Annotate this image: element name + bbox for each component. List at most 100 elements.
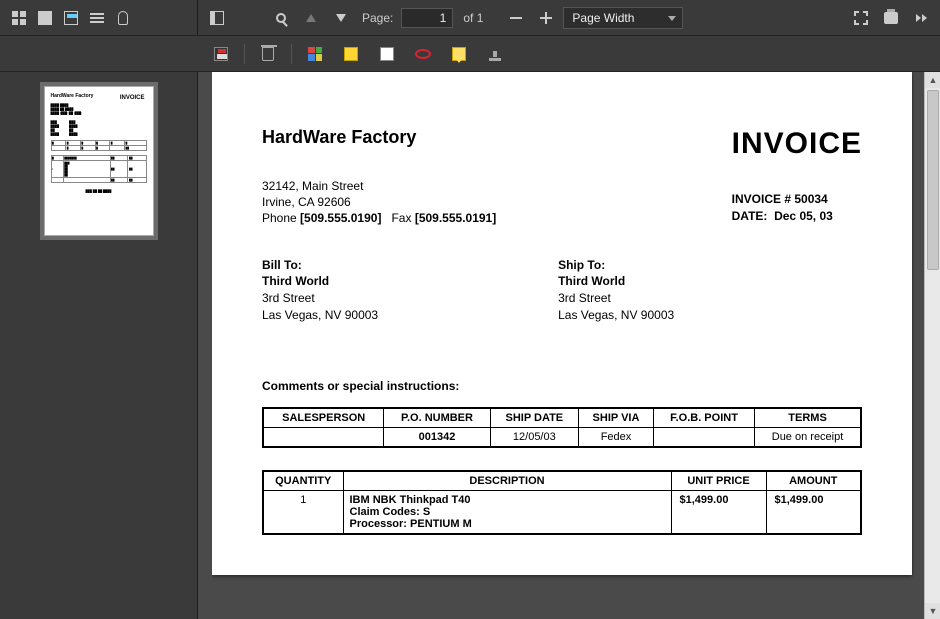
col-fob: F.O.B. POINT: [653, 408, 754, 428]
oval-icon: [415, 49, 431, 59]
scroll-up-button[interactable]: ▲: [925, 72, 940, 88]
ship-to-addr2: Las Vegas, NV 90003: [558, 307, 674, 324]
vertical-scrollbar[interactable]: ▲ ▼: [924, 72, 940, 619]
color-grid-button[interactable]: [302, 41, 328, 67]
bookmark-icon: [64, 11, 78, 25]
table-row: 001342 12/05/03 Fedex Due on receipt: [263, 427, 861, 447]
phone-value: [509.555.0190]: [300, 211, 381, 225]
val-po: 001342: [384, 427, 490, 447]
item-amount: $1,499.00: [766, 490, 861, 534]
col-qty: QUANTITY: [263, 471, 343, 491]
arrow-down-icon: [336, 14, 346, 22]
thumbnails-button[interactable]: [6, 5, 32, 31]
sidebar-mode-switcher: [0, 0, 198, 35]
item-desc-line1: IBM NBK Thinkpad T40: [350, 494, 665, 506]
col-salesperson: SALESPERSON: [263, 408, 384, 428]
toolbar-divider: [291, 44, 292, 64]
arrow-up-icon: [306, 14, 316, 22]
col-shipdate: SHIP DATE: [490, 408, 578, 428]
page-total: 1: [477, 11, 484, 25]
more-tools-button[interactable]: [908, 5, 934, 31]
page-icon: [38, 11, 52, 25]
comments-label: Comments or special instructions:: [262, 379, 862, 393]
thumb-invoice-title: INVOICE: [120, 95, 145, 101]
bookmarks-button[interactable]: [58, 5, 84, 31]
zoom-mode-value: Page Width: [572, 11, 634, 25]
pdf-viewer-app: Page: of 1 Page Width: [0, 0, 940, 619]
document-page-1: INVOICE INVOICE # 50034 DATE: Dec 05, 03…: [212, 72, 912, 575]
sticky-note-icon: [452, 47, 466, 61]
single-page-button[interactable]: [32, 5, 58, 31]
col-terms: TERMS: [755, 408, 861, 428]
val-shipdate: 12/05/03: [490, 427, 578, 447]
fullscreen-icon: [854, 11, 868, 25]
search-button[interactable]: [268, 5, 294, 31]
invoice-date: Dec 05, 03: [774, 209, 833, 223]
fax-label: Fax: [391, 211, 411, 225]
outline-button[interactable]: [84, 5, 110, 31]
fax-value: [509.555.0191]: [415, 211, 496, 225]
toolbar-divider: [244, 44, 245, 64]
table-header-row: QUANTITY DESCRIPTION UNIT PRICE AMOUNT: [263, 471, 861, 491]
col-po: P.O. NUMBER: [384, 408, 490, 428]
line-items-table: QUANTITY DESCRIPTION UNIT PRICE AMOUNT 1…: [262, 470, 862, 535]
trash-icon: [262, 47, 274, 61]
toolbar-annotations: [0, 36, 940, 72]
delete-button[interactable]: [255, 41, 281, 67]
plus-icon: [540, 12, 552, 24]
bill-to-addr1: 3rd Street: [262, 290, 378, 307]
ship-to-block: Ship To: Third World 3rd Street Las Vega…: [558, 257, 674, 324]
list-icon: [90, 13, 104, 23]
page-thumbnail-1[interactable]: INVOICE HardWare Factory ████ ████████ █…: [44, 86, 154, 236]
scroll-thumb[interactable]: [927, 90, 939, 270]
col-desc: DESCRIPTION: [343, 471, 671, 491]
fullscreen-button[interactable]: [848, 5, 874, 31]
panel-icon: [210, 11, 224, 25]
bill-to-name: Third World: [262, 273, 378, 290]
val-shipvia: Fedex: [579, 427, 654, 447]
print-button[interactable]: [878, 5, 904, 31]
page-number-input[interactable]: [401, 8, 453, 28]
thumbnails-icon: [12, 11, 26, 25]
col-unit: UNIT PRICE: [671, 471, 766, 491]
col-shipvia: SHIP VIA: [579, 408, 654, 428]
next-page-button[interactable]: [328, 5, 354, 31]
bill-to-block: Bill To: Third World 3rd Street Las Vega…: [262, 257, 378, 324]
print-icon: [884, 12, 898, 24]
page-of: of: [463, 11, 473, 25]
stamp-icon: [488, 47, 502, 61]
invoice-no: 50034: [794, 192, 827, 206]
search-icon: [276, 13, 286, 23]
zoom-out-button[interactable]: [503, 5, 529, 31]
page-viewer: INVOICE INVOICE # 50034 DATE: Dec 05, 03…: [198, 72, 940, 619]
item-desc-line2: Claim Codes: S: [350, 506, 665, 518]
rectangle-button[interactable]: [374, 41, 400, 67]
minus-icon: [510, 17, 522, 19]
highlight-button[interactable]: [338, 41, 364, 67]
thumbnails-panel: INVOICE HardWare Factory ████ ████████ █…: [0, 72, 198, 619]
save-button[interactable]: [208, 41, 234, 67]
scroll-down-button[interactable]: ▼: [925, 603, 940, 619]
invoice-date-label: DATE:: [732, 209, 768, 223]
oval-button[interactable]: [410, 41, 436, 67]
zoom-mode-select[interactable]: Page Width: [563, 7, 683, 29]
sticky-note-button[interactable]: [446, 41, 472, 67]
toolbar-primary: Page: of 1 Page Width: [0, 0, 940, 36]
item-desc: IBM NBK Thinkpad T40 Claim Codes: S Proc…: [343, 490, 671, 534]
phone-label: Phone: [262, 211, 297, 225]
zoom-in-button[interactable]: [533, 5, 559, 31]
item-unit: $1,499.00: [671, 490, 766, 534]
stamp-button[interactable]: [482, 41, 508, 67]
page-scroll-area[interactable]: INVOICE INVOICE # 50034 DATE: Dec 05, 03…: [212, 72, 914, 619]
attachments-button[interactable]: [110, 5, 136, 31]
val-terms: Due on receipt: [755, 427, 861, 447]
thumb-company: HardWare Factory: [51, 93, 94, 99]
invoice-no-label: INVOICE #: [732, 192, 791, 206]
bill-to-addr2: Las Vegas, NV 90003: [262, 307, 378, 324]
floppy-icon: [214, 47, 228, 61]
viewer-body: INVOICE HardWare Factory ████ ████████ █…: [0, 72, 940, 619]
toggle-sidebar-button[interactable]: [204, 5, 230, 31]
page-total-label: of 1: [463, 11, 483, 25]
highlight-icon: [344, 47, 358, 61]
prev-page-button[interactable]: [298, 5, 324, 31]
